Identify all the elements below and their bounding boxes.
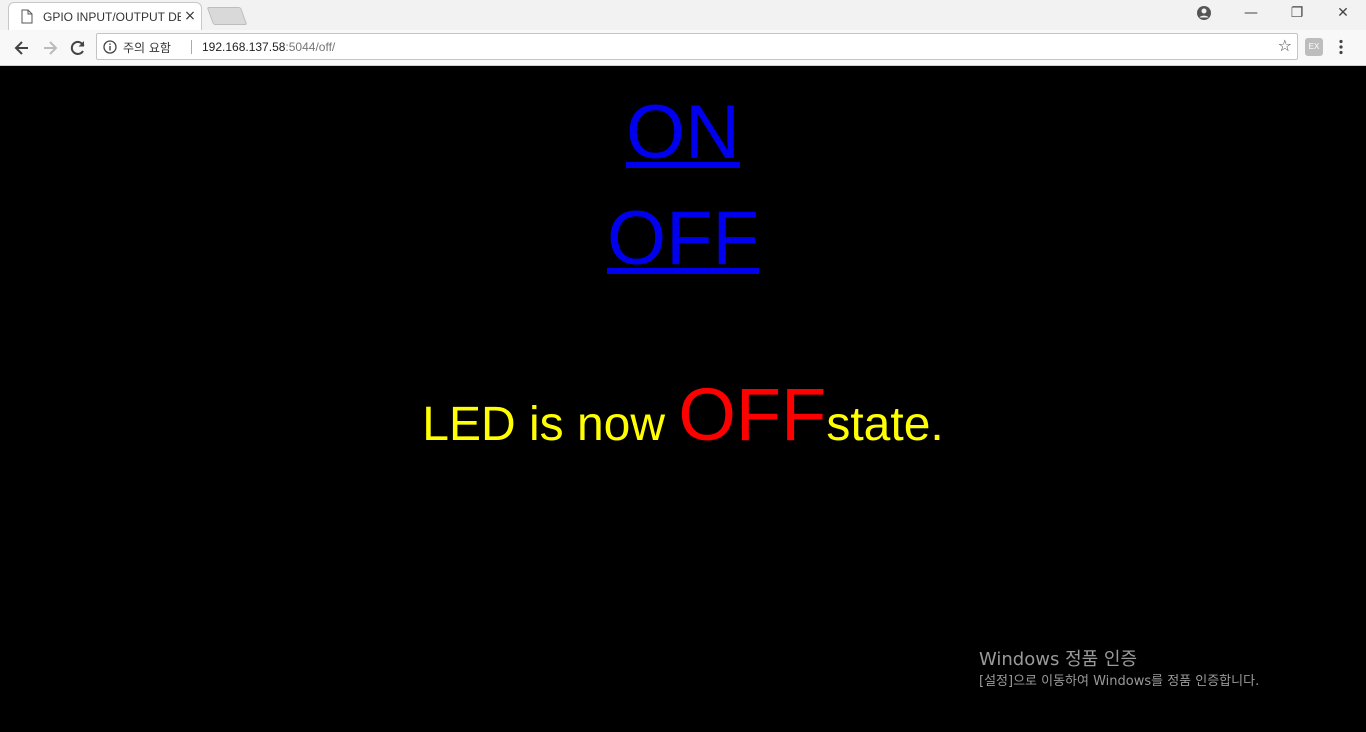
minimize-button[interactable]: — (1228, 0, 1274, 28)
status-prefix: LED is now (422, 398, 679, 451)
reload-icon[interactable] (68, 38, 88, 58)
tab-title: GPIO INPUT/OUTPUT DE (43, 10, 181, 24)
document-icon (21, 9, 33, 24)
on-link-row: ON (0, 88, 1366, 178)
watermark-title: Windows 정품 인증 (979, 649, 1138, 670)
info-icon[interactable] (103, 40, 117, 54)
address-bar[interactable]: 주의 요함 192.168.137.58:5044/off/ ☆ (96, 33, 1298, 60)
forward-arrow-icon[interactable] (40, 38, 60, 58)
watermark-subtitle: [설정]으로 이동하여 Windows를 정품 인증합니다. (979, 674, 1260, 689)
led-status: LED is now OFFstate. (0, 372, 1366, 457)
divider (191, 40, 192, 54)
restore-button[interactable]: ❐ (1274, 0, 1320, 28)
off-link-row: OFF (0, 194, 1366, 284)
status-suffix: state. (826, 398, 944, 451)
url-host: 192.168.137.58 (202, 40, 286, 54)
new-tab-button[interactable] (206, 7, 248, 25)
status-state: OFF (678, 373, 827, 456)
page-content: ON OFF LED is now OFFstate. Windows 정품 인… (0, 66, 1366, 732)
title-bar: GPIO INPUT/OUTPUT DE × — ❐ ✕ (0, 0, 1366, 30)
bookmark-star-icon[interactable]: ☆ (1278, 37, 1292, 55)
on-link[interactable]: ON (626, 90, 740, 175)
extension-icon[interactable]: EX (1305, 38, 1323, 56)
account-icon[interactable] (1196, 5, 1212, 21)
url-path: :5044/off/ (285, 40, 336, 54)
tab-close-icon[interactable]: × (183, 9, 197, 23)
close-window-button[interactable]: ✕ (1320, 0, 1366, 28)
browser-tab[interactable]: GPIO INPUT/OUTPUT DE × (8, 2, 202, 30)
menu-icon[interactable] (1338, 39, 1344, 55)
windows-activation-watermark: Windows 정품 인증 [설정]으로 이동하여 Windows를 정품 인증… (979, 648, 1259, 692)
url-text[interactable]: 192.168.137.58:5044/off/ (202, 40, 335, 54)
browser-toolbar: 주의 요함 192.168.137.58:5044/off/ ☆ EX (0, 30, 1366, 66)
security-warning-label[interactable]: 주의 요함 (123, 39, 171, 56)
off-link[interactable]: OFF (607, 196, 759, 281)
back-arrow-icon[interactable] (12, 38, 32, 58)
